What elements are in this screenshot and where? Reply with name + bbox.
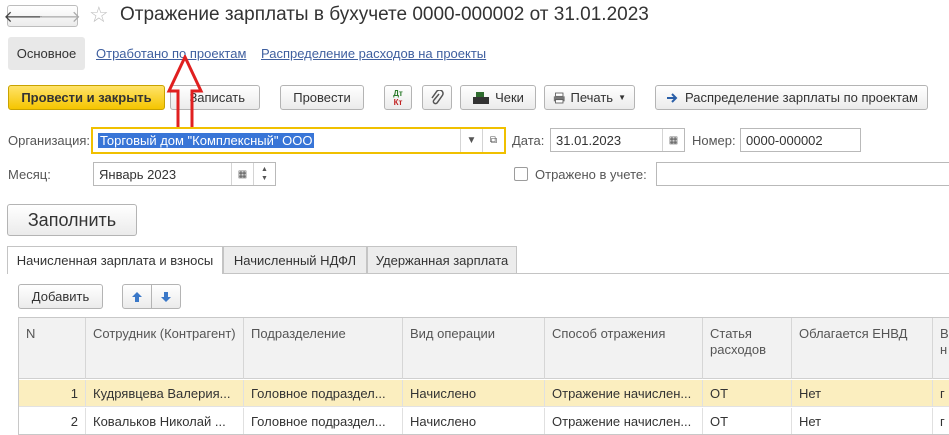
- reflected-label: Отражено в учете:: [535, 167, 647, 182]
- column-header-envd[interactable]: Облагается ЕНВД: [792, 318, 933, 379]
- arrow-right-icon: 🡒: [38, 8, 81, 26]
- row-number: 2: [19, 408, 86, 434]
- move-up-button[interactable]: [122, 284, 152, 309]
- month-field[interactable]: Январь 2023 ▦ ▲ ▼: [93, 162, 276, 186]
- distribute-icon: [667, 92, 678, 103]
- row-department: Головное подраздел...: [244, 408, 403, 434]
- date-value: 31.01.2023: [556, 132, 622, 148]
- organization-label: Организация:: [8, 133, 91, 148]
- dt-label: Дт: [393, 88, 403, 98]
- row-number: 1: [19, 380, 86, 407]
- post-button[interactable]: Провести: [280, 85, 364, 110]
- number-field[interactable]: 0000-000002: [740, 128, 861, 152]
- distribute-salary-button[interactable]: Распределение зарплаты по проектам: [655, 85, 928, 110]
- distribute-label: Распределение зарплаты по проектам: [685, 90, 918, 105]
- table-row[interactable]: 1 Кудрявцева Валерия... Головное подразд…: [19, 380, 949, 407]
- month-stepper[interactable]: ▲ ▼: [253, 163, 275, 185]
- print-button[interactable]: Печать ▼: [544, 85, 635, 110]
- dropdown-arrow-icon[interactable]: ▼: [460, 129, 482, 152]
- number-label: Номер:: [692, 133, 736, 148]
- salary-table[interactable]: N Сотрудник (Контрагент) Подразделение В…: [18, 317, 949, 435]
- row-department: Головное подраздел...: [244, 380, 403, 407]
- calendar-icon[interactable]: ▦: [662, 129, 684, 151]
- add-button[interactable]: Добавить: [18, 284, 103, 309]
- tab-accrued-ndfl[interactable]: Начисленный НДФЛ: [223, 246, 367, 273]
- tab-accrued-salary[interactable]: Начисленная зарплата и взносы: [7, 246, 223, 274]
- move-down-button[interactable]: [151, 284, 181, 309]
- reflected-field[interactable]: [656, 162, 949, 186]
- tab-withheld-salary[interactable]: Удержанная зарплата: [367, 246, 517, 273]
- open-icon[interactable]: ⧉: [482, 129, 504, 152]
- organization-value: Торговый дом "Комплексный" ООО: [98, 133, 315, 148]
- row-method: Отражение начислен...: [545, 380, 703, 407]
- cash-register-icon: [473, 91, 490, 104]
- printer-icon: [553, 92, 565, 103]
- arrow-up-icon: [132, 291, 142, 302]
- dt-kt-button[interactable]: Дт Кт: [384, 85, 412, 110]
- row-expense-item: ОТ: [703, 408, 792, 434]
- post-and-close-button[interactable]: Провести и закрыть: [8, 85, 165, 110]
- column-header-method[interactable]: Способ отражения: [545, 318, 703, 379]
- row-employee: Кудрявцева Валерия...: [86, 380, 244, 407]
- nav-link-distribution[interactable]: Распределение расходов на проекты: [261, 46, 486, 61]
- kt-label: Кт: [393, 97, 403, 107]
- fill-button[interactable]: Заполнить: [7, 204, 137, 236]
- dropdown-arrow-icon: ▼: [618, 93, 626, 102]
- table-row[interactable]: 2 Ковальков Николай ... Головное подразд…: [19, 408, 949, 434]
- row-operation: Начислено: [403, 408, 545, 434]
- column-header-n[interactable]: N: [19, 318, 86, 379]
- organization-field[interactable]: Торговый дом "Комплексный" ООО ▼ ⧉: [91, 127, 506, 154]
- arrow-down-icon: [161, 291, 171, 302]
- calendar-icon[interactable]: ▦: [231, 163, 253, 185]
- annotation-arrow-icon: [166, 55, 204, 137]
- month-label: Месяц:: [8, 167, 51, 182]
- checks-label: Чеки: [495, 90, 524, 105]
- column-header-department[interactable]: Подразделение: [244, 318, 403, 379]
- star-icon[interactable]: ☆: [89, 2, 109, 28]
- table-header: N Сотрудник (Контрагент) Подразделение В…: [19, 318, 949, 379]
- column-header-employee[interactable]: Сотрудник (Контрагент): [86, 318, 244, 379]
- paperclip-icon: [431, 89, 444, 104]
- number-value: 0000-000002: [746, 132, 823, 148]
- date-field[interactable]: 31.01.2023 ▦: [550, 128, 685, 152]
- row-extra: г: [940, 386, 945, 401]
- row-envd: Нет: [792, 380, 933, 407]
- row-method: Отражение начислен...: [545, 408, 703, 434]
- attach-button[interactable]: [422, 85, 452, 110]
- column-header-extra[interactable]: В н: [933, 318, 949, 379]
- month-value: Январь 2023: [99, 166, 177, 182]
- row-extra: г: [940, 414, 945, 429]
- forward-button[interactable]: 🡒: [38, 5, 81, 27]
- column-header-operation[interactable]: Вид операции: [403, 318, 545, 379]
- checks-button[interactable]: Чеки: [460, 85, 536, 110]
- nav-main[interactable]: Основное: [8, 37, 85, 70]
- row-employee: Ковальков Николай ...: [86, 408, 244, 434]
- row-operation: Начислено: [403, 380, 545, 407]
- reflected-checkbox[interactable]: [514, 167, 528, 181]
- page-title: Отражение зарплаты в бухучете 0000-00000…: [120, 4, 649, 25]
- print-label: Печать: [570, 90, 614, 105]
- row-envd: Нет: [792, 408, 933, 434]
- row-expense-item: ОТ: [703, 380, 792, 407]
- column-header-expense-item[interactable]: Статья расходов: [703, 318, 792, 379]
- date-label: Дата:: [512, 133, 545, 148]
